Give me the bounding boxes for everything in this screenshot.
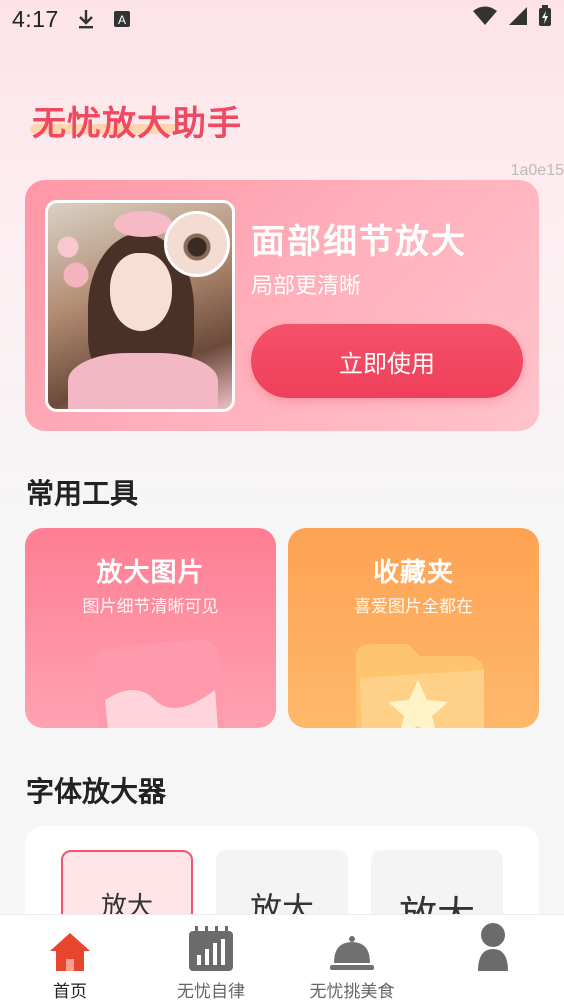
battery-icon [538, 5, 552, 33]
calendar-chart-icon [187, 921, 235, 973]
tab-home[interactable]: 首页 [0, 915, 140, 1004]
face-detail-banner[interactable]: 面部细节放大 局部更清晰 立即使用 [25, 180, 539, 431]
status-bar: 4:17 A [0, 0, 564, 38]
font-section-title: 字体放大器 [26, 775, 167, 808]
image-frame-icon [94, 639, 225, 728]
star-folder-icon [355, 644, 484, 728]
app-title: 无忧放大助手 [32, 104, 242, 144]
photo-bow [114, 211, 172, 237]
enlarge-image-card[interactable]: 放大图片 图片细节清晰可见 [25, 528, 276, 728]
tab-label: 首页 [53, 982, 87, 1002]
profile-icon [476, 921, 510, 973]
tab-label: 无忧挑美食 [309, 982, 395, 1002]
download-icon [77, 8, 95, 30]
favorites-card[interactable]: 收藏夹 喜爱图片全都在 [288, 528, 539, 728]
use-now-button[interactable]: 立即使用 [251, 324, 523, 398]
tab-self-discipline[interactable]: 无忧自律 [141, 915, 281, 1004]
bottom-tab-bar: 首页 无忧自律 无忧挑美食 [0, 914, 564, 1004]
banner-subheading: 局部更清晰 [251, 274, 362, 299]
signal-icon [508, 6, 528, 32]
banner-heading: 面部细节放大 [251, 222, 467, 262]
photo-dress [68, 353, 218, 409]
zoom-eye-magnifier [164, 211, 230, 277]
tab-label: 无忧自律 [177, 982, 245, 1002]
tool-card-title: 收藏夹 [372, 558, 454, 588]
banner-photo [45, 200, 235, 412]
home-icon [48, 921, 92, 973]
photo-flowers [52, 223, 92, 303]
wifi-icon [472, 6, 498, 32]
photo-face [110, 253, 172, 331]
tools-section-title: 常用工具 [26, 477, 139, 510]
tool-card-subtitle: 喜爱图片全都在 [354, 597, 473, 617]
food-cloche-icon [329, 921, 375, 973]
status-time: 4:17 [12, 5, 59, 32]
a-notification-icon: A [113, 10, 131, 28]
tab-profile[interactable] [423, 915, 563, 1004]
tool-card-subtitle: 图片细节清晰可见 [82, 597, 219, 617]
tool-card-title: 放大图片 [96, 558, 205, 588]
svg-text:A: A [118, 13, 126, 27]
tab-food[interactable]: 无忧挑美食 [282, 915, 422, 1004]
build-id: 1a0e15 [510, 162, 564, 179]
